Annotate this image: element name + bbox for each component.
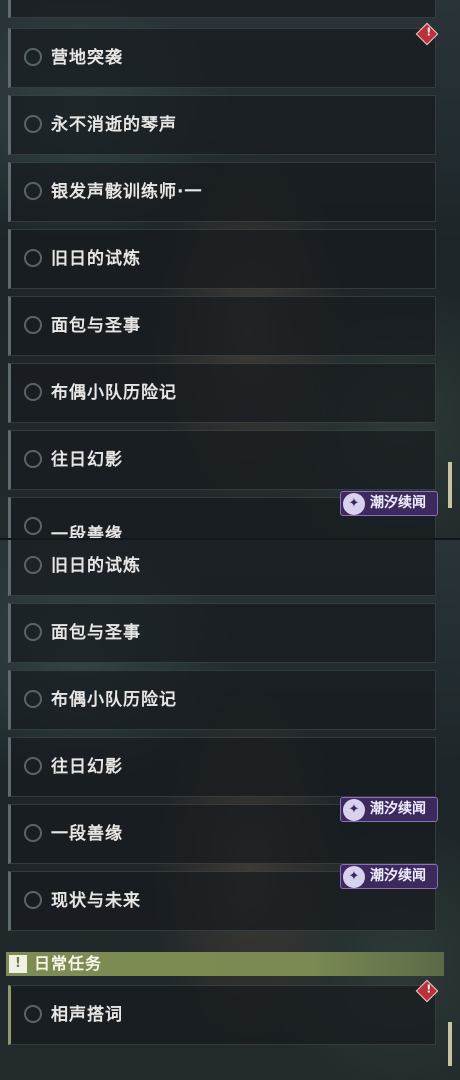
quest-label: 现状与未来	[51, 891, 141, 911]
circle-status-icon	[24, 824, 42, 842]
quest-label: 相声搭词	[51, 1005, 123, 1025]
tide-badge: ✦ 潮汐续闻	[340, 491, 438, 516]
quest-label: 往日幻影	[51, 450, 123, 470]
quest-list-bottom: 旧日的试炼 面包与圣事 布偶小队历险记 往日幻影 一段善缘 ✦ 潮汐续闻 现状与…	[0, 540, 460, 1080]
circle-status-icon	[24, 1005, 42, 1023]
quest-item[interactable]: 旧日的试炼	[8, 229, 436, 289]
circle-status-icon	[24, 383, 42, 401]
quest-label: 旧日的试炼	[51, 249, 141, 269]
tide-icon: ✦	[343, 799, 365, 821]
quest-item[interactable]: 布偶小队历险记	[8, 670, 436, 730]
circle-status-icon	[24, 316, 42, 334]
circle-status-icon	[24, 450, 42, 468]
quest-item[interactable]: 面包与圣事	[8, 603, 436, 663]
circle-status-icon	[24, 556, 42, 574]
section-title: 日常任务	[34, 954, 103, 973]
quest-item[interactable]: 营地突袭	[8, 28, 436, 88]
quest-list-top: 营地突袭 ! 永不消逝的琴声 银发声骸训练师·一 旧日的试炼 面包与圣事 布偶小…	[0, 0, 460, 540]
circle-status-icon	[24, 623, 42, 641]
quest-label: 布偶小队历险记	[51, 383, 177, 403]
tide-badge: ✦ 潮汐续闻	[340, 797, 438, 822]
circle-status-icon	[24, 891, 42, 909]
quest-item[interactable]: 银发声骸训练师·一	[8, 162, 436, 222]
circle-status-icon	[24, 690, 42, 708]
quest-item[interactable]: 面包与圣事	[8, 296, 436, 356]
exclamation-icon: !	[9, 955, 27, 973]
circle-status-icon	[24, 48, 42, 66]
tide-icon: ✦	[343, 493, 365, 515]
badge-label: 潮汐续闻	[370, 868, 426, 884]
tide-icon: ✦	[343, 866, 365, 888]
quest-label: 一段善缘	[51, 824, 123, 844]
circle-status-icon	[24, 517, 42, 535]
badge-label: 潮汐续闻	[370, 801, 426, 817]
quest-item[interactable]: 旧日的试炼	[8, 540, 436, 596]
quest-item[interactable]	[8, 0, 436, 18]
quest-label: 布偶小队历险记	[51, 690, 177, 710]
circle-status-icon	[24, 249, 42, 267]
quest-item-daily[interactable]: 相声搭词	[8, 985, 436, 1045]
quest-item[interactable]: 布偶小队历险记	[8, 363, 436, 423]
quest-item[interactable]: 往日幻影	[8, 430, 436, 490]
section-header-daily: ! 日常任务	[6, 952, 444, 976]
badge-label: 潮汐续闻	[370, 495, 426, 511]
scrollbar-thumb[interactable]	[448, 462, 452, 508]
tide-badge: ✦ 潮汐续闻	[340, 864, 438, 889]
quest-label: 旧日的试炼	[51, 556, 141, 576]
quest-label: 往日幻影	[51, 757, 123, 777]
quest-item[interactable]: 往日幻影	[8, 737, 436, 797]
circle-status-icon	[24, 182, 42, 200]
quest-label: 面包与圣事	[51, 316, 141, 336]
circle-status-icon	[24, 757, 42, 775]
scrollbar-thumb[interactable]	[448, 1022, 452, 1066]
quest-label: 面包与圣事	[51, 623, 141, 643]
quest-item[interactable]: 永不消逝的琴声	[8, 95, 436, 155]
quest-label: 银发声骸训练师·一	[51, 182, 203, 202]
quest-label: 一段善缘	[51, 525, 123, 540]
quest-label: 永不消逝的琴声	[51, 115, 177, 135]
circle-status-icon	[24, 115, 42, 133]
quest-label: 营地突袭	[51, 48, 123, 68]
